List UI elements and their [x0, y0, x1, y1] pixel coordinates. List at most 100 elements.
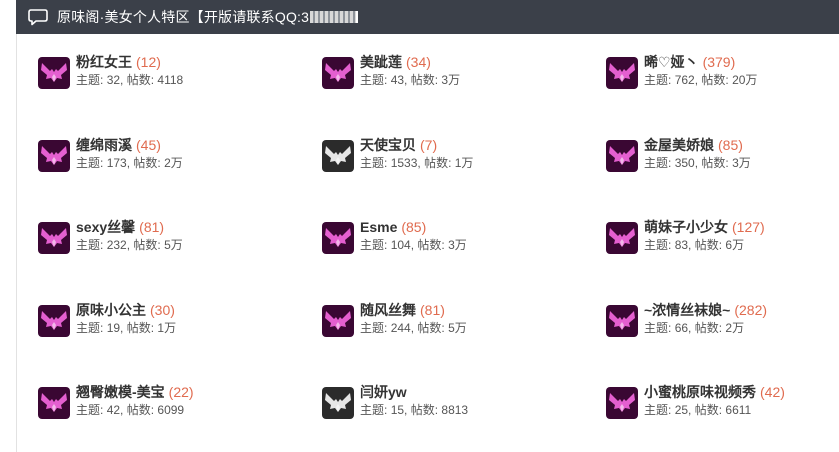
- posts-label: 帖数: [133, 156, 158, 170]
- forum-text: 翘臀嫩模-美宝 (22) 主题: 42, 帖数: 6099: [76, 382, 194, 418]
- forum-name[interactable]: Esme: [360, 219, 397, 235]
- pink-wings-icon[interactable]: [606, 305, 638, 337]
- posts-label: 帖数: [126, 403, 151, 417]
- topics-count: 244: [390, 321, 411, 335]
- posts-count: 5万: [164, 238, 183, 252]
- forum-today-count: (12): [136, 54, 161, 70]
- pink-wings-icon[interactable]: [38, 140, 70, 172]
- forum-name[interactable]: 天使宝贝: [360, 137, 416, 153]
- topics-count: 32: [106, 73, 121, 87]
- forum-name[interactable]: 金屋美娇娘: [644, 137, 714, 153]
- posts-label: 帖数: [694, 321, 719, 335]
- forum-name[interactable]: 翘臀嫩模-美宝: [76, 384, 165, 400]
- pink-wings-icon[interactable]: [38, 222, 70, 254]
- forum-item[interactable]: sexy丝馨 (81) 主题: 232, 帖数: 5万: [38, 217, 183, 254]
- topics-count: 15: [390, 403, 405, 417]
- forum-today-count: (85): [718, 137, 743, 153]
- posts-count: 6611: [725, 403, 752, 417]
- forum-item[interactable]: 小蜜桃原味视频秀 (42) 主题: 25, 帖数: 6611: [606, 382, 785, 419]
- forum-item[interactable]: 萌妹子小少女 (127) 主题: 83, 帖数: 6万: [606, 217, 765, 254]
- forum-stats: 主题: 83, 帖数: 6万: [644, 238, 745, 252]
- category-title[interactable]: 原味阁·美女个人特区【开版请联系QQ:3: [57, 7, 309, 27]
- pink-wings-icon[interactable]: [322, 57, 354, 89]
- forum-title-line: 随风丝舞 (81): [360, 300, 467, 320]
- forum-title-line: 金屋美娇娘 (85): [644, 135, 751, 155]
- forum-name[interactable]: 晞♡娅丶: [644, 54, 699, 70]
- forum-today-count: (85): [401, 219, 427, 235]
- forum-title-line: 萌妹子小少女 (127): [644, 217, 765, 237]
- posts-count: 5万: [448, 321, 467, 335]
- forum-name[interactable]: 原味小公主: [76, 302, 146, 318]
- forum-item[interactable]: 原味小公主 (30) 主题: 19, 帖数: 1万: [38, 300, 176, 337]
- forum-name[interactable]: 美跐莲: [360, 54, 402, 70]
- posts-label: 帖数: [133, 238, 158, 252]
- posts-count: 8813: [441, 403, 469, 417]
- forum-item[interactable]: 缠绵雨溪 (45) 主题: 173, 帖数: 2万: [38, 135, 183, 172]
- pink-wings-icon[interactable]: [38, 57, 70, 89]
- forum-text: 粉红女王 (12) 主题: 32, 帖数: 4118: [76, 52, 183, 88]
- posts-label: 帖数: [701, 73, 726, 87]
- forum-text: 随风丝舞 (81) 主题: 244, 帖数: 5万: [360, 300, 467, 336]
- forum-stats: 主题: 104, 帖数: 3万: [360, 238, 467, 252]
- forum-item[interactable]: 天使宝贝 (7) 主题: 1533, 帖数: 1万: [322, 135, 473, 172]
- forum-today-count: (7): [420, 137, 438, 153]
- forum-item[interactable]: 闫妍yw 主题: 15, 帖数: 8813: [322, 382, 468, 419]
- forum-name[interactable]: 萌妹子小少女: [644, 219, 728, 235]
- pink-wings-icon[interactable]: [38, 305, 70, 337]
- pink-wings-icon[interactable]: [38, 387, 70, 419]
- topics-label: 主题: [644, 321, 669, 335]
- topics-count: 19: [106, 321, 121, 335]
- forum-item[interactable]: 金屋美娇娘 (85) 主题: 350, 帖数: 3万: [606, 135, 751, 172]
- forum-title-line: 缠绵雨溪 (45): [76, 135, 183, 155]
- forum-title-line: 原味小公主 (30): [76, 300, 176, 320]
- forum-title-line: sexy丝馨 (81): [76, 217, 183, 237]
- topics-count: 173: [106, 156, 127, 170]
- white-wings-icon[interactable]: [322, 387, 354, 419]
- posts-label: 帖数: [417, 321, 442, 335]
- forum-today-count: (45): [136, 137, 161, 153]
- pink-wings-icon[interactable]: [606, 387, 638, 419]
- forum-today-count: (34): [406, 54, 431, 70]
- topics-label: 主题: [76, 321, 101, 335]
- forum-title-line: 粉红女王 (12): [76, 52, 183, 72]
- forum-stats: 主题: 762, 帖数: 20万: [644, 73, 758, 87]
- forum-name[interactable]: 闫妍yw: [360, 384, 407, 400]
- pink-wings-icon[interactable]: [322, 222, 354, 254]
- pink-wings-icon[interactable]: [606, 222, 638, 254]
- forum-name[interactable]: 随风丝舞: [360, 302, 416, 318]
- forum-item[interactable]: ~浓情丝袜娘~ (282) 主题: 66, 帖数: 2万: [606, 300, 767, 337]
- forum-text: sexy丝馨 (81) 主题: 232, 帖数: 5万: [76, 217, 183, 253]
- forum-today-count: (30): [150, 302, 175, 318]
- posts-label: 帖数: [424, 156, 449, 170]
- forum-item[interactable]: 粉红女王 (12) 主题: 32, 帖数: 4118: [38, 52, 183, 89]
- forum-name[interactable]: 缠绵雨溪: [76, 137, 132, 153]
- posts-count: 6099: [157, 403, 185, 417]
- pink-wings-icon[interactable]: [322, 305, 354, 337]
- white-wings-icon[interactable]: [322, 140, 354, 172]
- posts-label: 帖数: [417, 238, 442, 252]
- forum-item[interactable]: Esme (85) 主题: 104, 帖数: 3万: [322, 217, 467, 254]
- forum-today-count: (81): [139, 219, 165, 235]
- forum-name[interactable]: 粉红女王: [76, 54, 132, 70]
- forum-grid: 粉红女王 (12) 主题: 32, 帖数: 4118 美跐莲 (34) 主题: 43, 帖…: [16, 34, 839, 452]
- forum-title-line: ~浓情丝袜娘~ (282): [644, 300, 767, 320]
- topics-count: 43: [390, 73, 405, 87]
- forum-stats: 主题: 244, 帖数: 5万: [360, 321, 467, 335]
- forum-name[interactable]: sexy丝馨: [76, 219, 135, 235]
- pink-wings-icon[interactable]: [606, 140, 638, 172]
- topics-label: 主题: [360, 403, 385, 417]
- forum-title-line: 天使宝贝 (7): [360, 135, 473, 155]
- topics-label: 主题: [360, 321, 385, 335]
- forum-item[interactable]: 晞♡娅丶 (379) 主题: 762, 帖数: 20万: [606, 52, 757, 89]
- forum-stats: 主题: 43, 帖数: 3万: [360, 73, 461, 87]
- posts-count: 2万: [725, 321, 745, 335]
- topics-label: 主题: [360, 156, 385, 170]
- forum-item[interactable]: 翘臀嫩模-美宝 (22) 主题: 42, 帖数: 6099: [38, 382, 194, 419]
- forum-item[interactable]: 美跐莲 (34) 主题: 43, 帖数: 3万: [322, 52, 460, 89]
- posts-count: 6万: [725, 238, 745, 252]
- forum-name[interactable]: ~浓情丝袜娘~: [644, 302, 730, 318]
- forum-name[interactable]: 小蜜桃原味视频秀: [644, 384, 756, 400]
- forum-item[interactable]: 随风丝舞 (81) 主题: 244, 帖数: 5万: [322, 300, 467, 337]
- pink-wings-icon[interactable]: [606, 57, 638, 89]
- forum-today-count: (22): [168, 384, 194, 400]
